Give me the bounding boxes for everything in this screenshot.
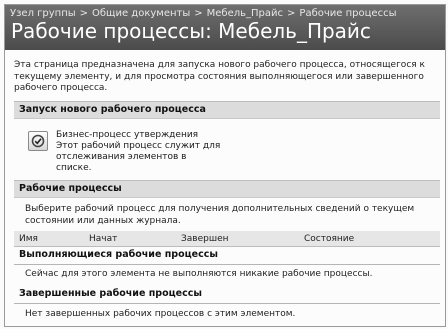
section-title: Запуск нового рабочего процесса [19, 104, 206, 115]
workflow-name-link[interactable]: Бизнес-процесс утверждения [56, 130, 198, 141]
breadcrumb-separator: > [194, 8, 203, 19]
breadcrumb-item-site[interactable]: Узел группы [10, 8, 76, 19]
column-header-status[interactable]: Состояние [304, 234, 354, 244]
column-header-started[interactable]: Начат [89, 234, 117, 244]
completed-workflows-title: Завершенные рабочие процессы [19, 288, 202, 299]
title-bar: Узел группы > Общие документы > Мебель_Прайс… [5, 5, 445, 50]
breadcrumb-item-current: Рабочие процессы [299, 8, 397, 19]
column-header-name[interactable]: Имя [19, 234, 38, 244]
workflows-section-header: Рабочие процессы [14, 180, 440, 198]
running-workflows-title: Выполняющиеся рабочие процессы [19, 249, 218, 260]
workflow-description: Этот рабочий процесс служит для отслежив… [56, 141, 221, 173]
breadcrumb-item-library[interactable]: Общие документы [92, 8, 190, 19]
page-frame: Узел группы > Общие документы > Мебель_Прайс… [4, 4, 446, 327]
running-workflows-message: Сейчас для этого элемента не выполняются… [25, 269, 373, 279]
breadcrumb-separator: > [287, 8, 296, 19]
page-title: Рабочие процессы: Мебель_Прайс [11, 19, 371, 43]
breadcrumb: Узел группы > Общие документы > Мебель_Прайс… [10, 8, 396, 19]
workflows-intro-text: Выберите рабочий процесс для получения д… [25, 204, 415, 226]
breadcrumb-separator: > [79, 8, 89, 19]
intro-text: Эта страница предназначена для запуска н… [14, 60, 425, 93]
workflow-approval-icon[interactable] [28, 131, 48, 151]
breadcrumb-item-document[interactable]: Мебель_Прайс [207, 8, 283, 19]
divider [14, 264, 440, 265]
section-title: Рабочие процессы [19, 183, 122, 194]
divider [14, 303, 440, 304]
column-header-completed[interactable]: Завершен [181, 234, 229, 244]
workflows-table-header: Имя Начат Завершен Состояние [14, 231, 440, 247]
completed-workflows-message: Нет завершенных рабочих процессов с этим… [25, 309, 296, 319]
start-workflow-section-header: Запуск нового рабочего процесса [14, 101, 440, 119]
